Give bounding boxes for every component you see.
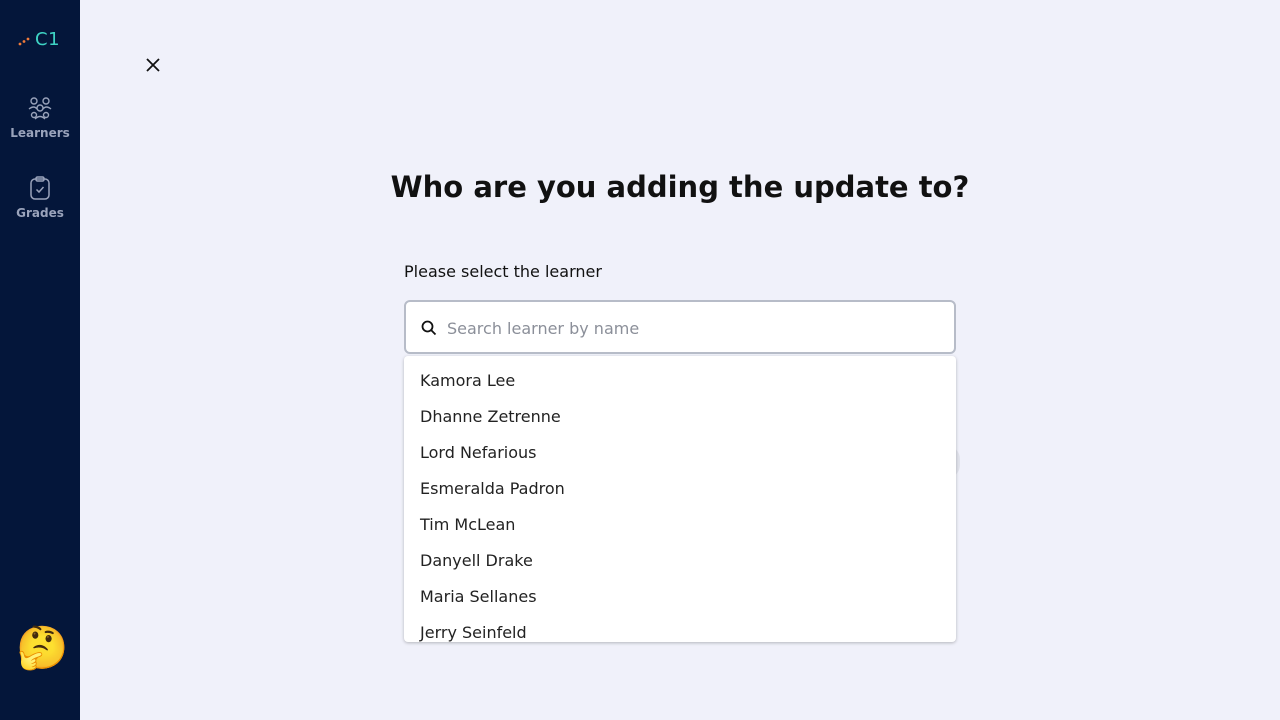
learner-option[interactable]: Maria Sellanes [404, 578, 956, 614]
learner-list: Kamora Lee Dhanne Zetrenne Lord Nefariou… [404, 356, 956, 642]
learner-option[interactable]: Danyell Drake [404, 542, 956, 578]
close-button[interactable] [141, 53, 165, 77]
learner-option[interactable]: Jerry Seinfeld [404, 614, 956, 642]
logo-text: C1 [35, 29, 61, 50]
learner-option[interactable]: Dhanne Zetrenne [404, 398, 956, 434]
learner-option[interactable]: Tim McLean [404, 506, 956, 542]
sidebar-item-learners[interactable]: Learners [0, 94, 80, 140]
learner-dropdown[interactable]: Kamora Lee Dhanne Zetrenne Lord Nefariou… [404, 356, 956, 642]
sidebar-item-label: Learners [10, 126, 70, 140]
search-icon [421, 320, 437, 336]
user-avatar[interactable]: 🤔 [16, 624, 68, 672]
search-input[interactable] [447, 314, 942, 342]
clipboard-check-icon [26, 174, 54, 202]
sidebar: C1 Learners Grades 🤔 [0, 0, 80, 720]
app-logo[interactable]: C1 [18, 29, 60, 50]
page-title: Who are you adding the update to? [390, 170, 970, 204]
logo-dots-icon [18, 37, 30, 45]
learner-option[interactable]: Lord Nefarious [404, 434, 956, 470]
users-group-icon [26, 94, 54, 122]
learner-option[interactable]: Kamora Lee [404, 362, 956, 398]
search-box[interactable] [404, 300, 956, 354]
sidebar-item-label: Grades [16, 206, 64, 220]
field-label: Please select the learner [404, 262, 602, 281]
learner-option[interactable]: Esmeralda Padron [404, 470, 956, 506]
sidebar-item-grades[interactable]: Grades [0, 174, 80, 220]
close-icon [146, 58, 160, 72]
